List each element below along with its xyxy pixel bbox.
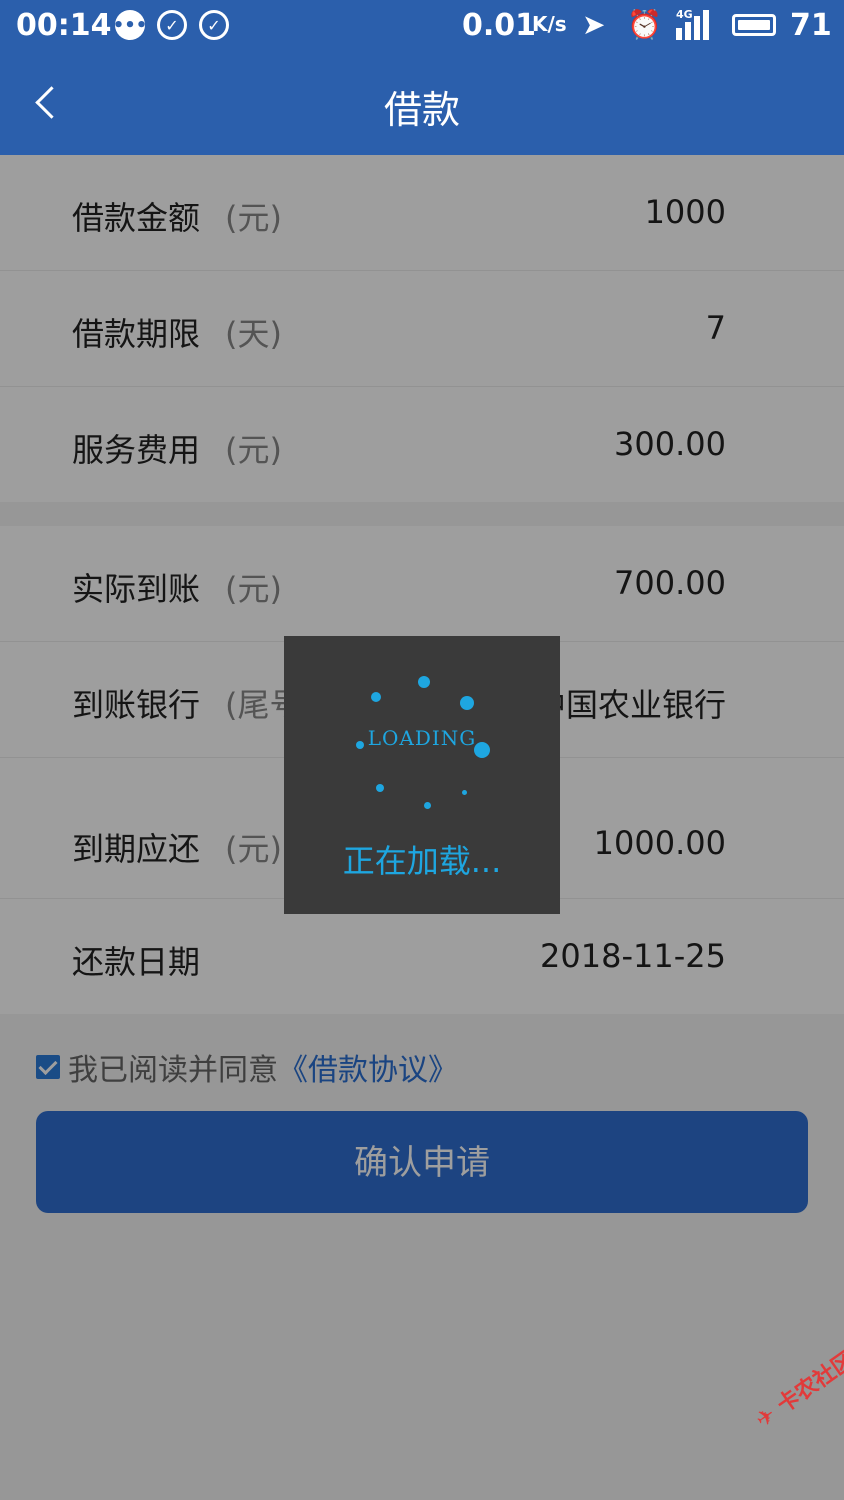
page-title: 借款 <box>383 88 460 132</box>
speed-unit: K/s <box>532 12 567 36</box>
message-icon: ••• <box>113 10 147 40</box>
loading-message: 正在加载... <box>342 842 502 880</box>
loading-word: LOADING <box>367 726 477 750</box>
app-bar: 借款 <box>0 55 844 155</box>
location-arrow-icon: ➤ <box>582 8 606 41</box>
check-circle-icon: ✓ <box>199 10 229 40</box>
signal-icon <box>676 10 716 40</box>
network-speed: 0.01 <box>462 8 537 43</box>
status-time: 00:14 <box>16 8 112 43</box>
battery-level: 71 <box>790 8 832 43</box>
alarm-icon: ⏰ <box>627 8 662 41</box>
status-bar: 00:14 ••• ✓ ✓ 0.01 K/s ➤ ⏰ 4G 71 <box>0 0 844 55</box>
notification-icons: ••• ✓ ✓ <box>113 10 229 40</box>
check-circle-icon: ✓ <box>157 10 187 40</box>
battery-icon <box>732 14 776 36</box>
loading-dialog: LOADING 正在加载... <box>284 636 560 914</box>
